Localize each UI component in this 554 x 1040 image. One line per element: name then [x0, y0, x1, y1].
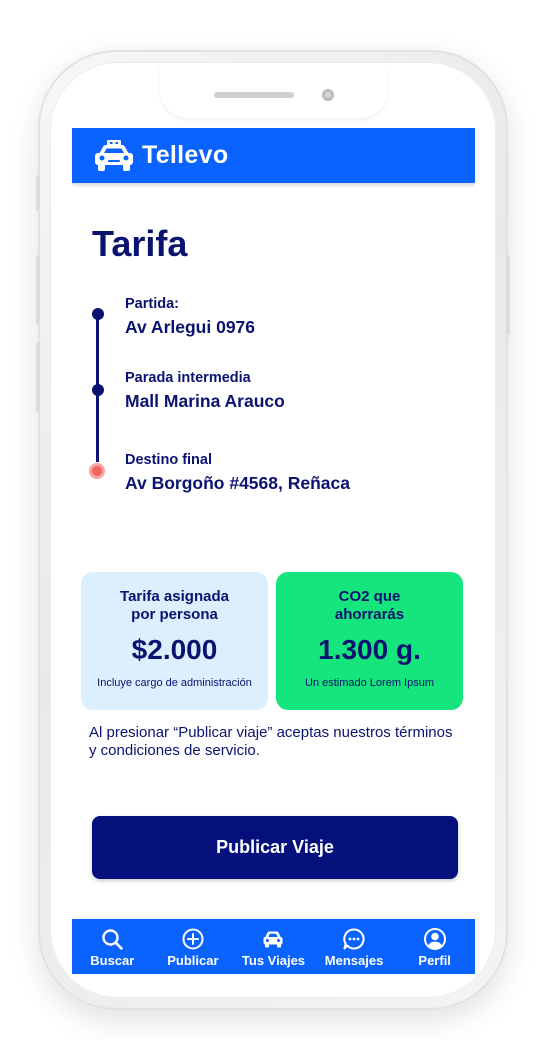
intermediate-stop-label: Parada intermedia — [125, 370, 251, 386]
app-screen: Tellevo Tarifa Partida: Av Arlegui 0976 … — [72, 128, 475, 974]
origin-dot — [91, 308, 104, 320]
phone-notch — [160, 64, 388, 118]
app-title: Tellevo — [142, 141, 229, 169]
nav-item-tus-viajes[interactable]: Tus Viajes — [233, 927, 313, 968]
destination-dot — [89, 463, 105, 479]
nav-label-tus-viajes: Tus Viajes — [241, 953, 306, 968]
mute-switch — [36, 175, 40, 211]
fare-card: Tarifa asignada por persona $2.000 Inclu… — [81, 572, 268, 710]
front-camera — [322, 89, 334, 101]
nav-item-perfil[interactable]: Perfil — [395, 927, 475, 968]
nav-label-perfil: Perfil — [418, 953, 451, 968]
volume-up-button — [36, 255, 40, 325]
fare-amount: $2.000 — [131, 634, 218, 665]
nav-item-mensajes[interactable]: Mensajes — [314, 927, 394, 968]
intermediate-stop-address: Mall Marina Arauco — [125, 391, 285, 411]
co2-card: CO2 que ahorrarás 1.300 g. Un estimado L… — [276, 572, 463, 710]
car-icon — [263, 931, 283, 948]
co2-amount: 1.300 g. — [318, 634, 421, 665]
speaker-grille — [214, 92, 294, 98]
co2-card-title: CO2 que ahorrarás — [334, 588, 405, 623]
taxi-logo-icon — [95, 139, 133, 171]
destination-address: Av Borgoño #4568, Reñaca — [125, 473, 350, 493]
terms-text: Al presionar “Publicar viaje” aceptas nu… — [89, 724, 453, 759]
nav-item-publicar[interactable]: Publicar — [153, 927, 233, 968]
chat-icon — [343, 928, 365, 950]
origin-label: Partida: — [125, 296, 179, 312]
publish-trip-button[interactable]: Publicar Viaje — [92, 816, 458, 879]
fare-note: Incluye cargo de administración — [97, 677, 252, 689]
nav-label-publicar: Publicar — [167, 953, 219, 968]
nav-label-buscar: Buscar — [90, 953, 135, 968]
nav-label-mensajes: Mensajes — [324, 953, 384, 968]
bottom-nav: Buscar Publicar Tus Viajes Mensajes Perf… — [72, 919, 475, 974]
intermediate-stop-dot — [91, 384, 104, 396]
co2-note: Un estimado Lorem Ipsum — [305, 677, 434, 689]
plus-circle-icon — [182, 928, 204, 950]
page-title: Tarifa — [92, 223, 188, 264]
app-header: Tellevo — [72, 128, 475, 183]
power-button — [506, 255, 510, 335]
origin-address: Av Arlegui 0976 — [125, 317, 256, 337]
volume-down-button — [36, 342, 40, 412]
fare-card-title: Tarifa asignada por persona — [120, 588, 229, 623]
destination-label: Destino final — [125, 452, 213, 468]
search-icon — [102, 929, 124, 950]
nav-item-buscar[interactable]: Buscar — [72, 927, 152, 968]
profile-icon — [423, 928, 446, 950]
